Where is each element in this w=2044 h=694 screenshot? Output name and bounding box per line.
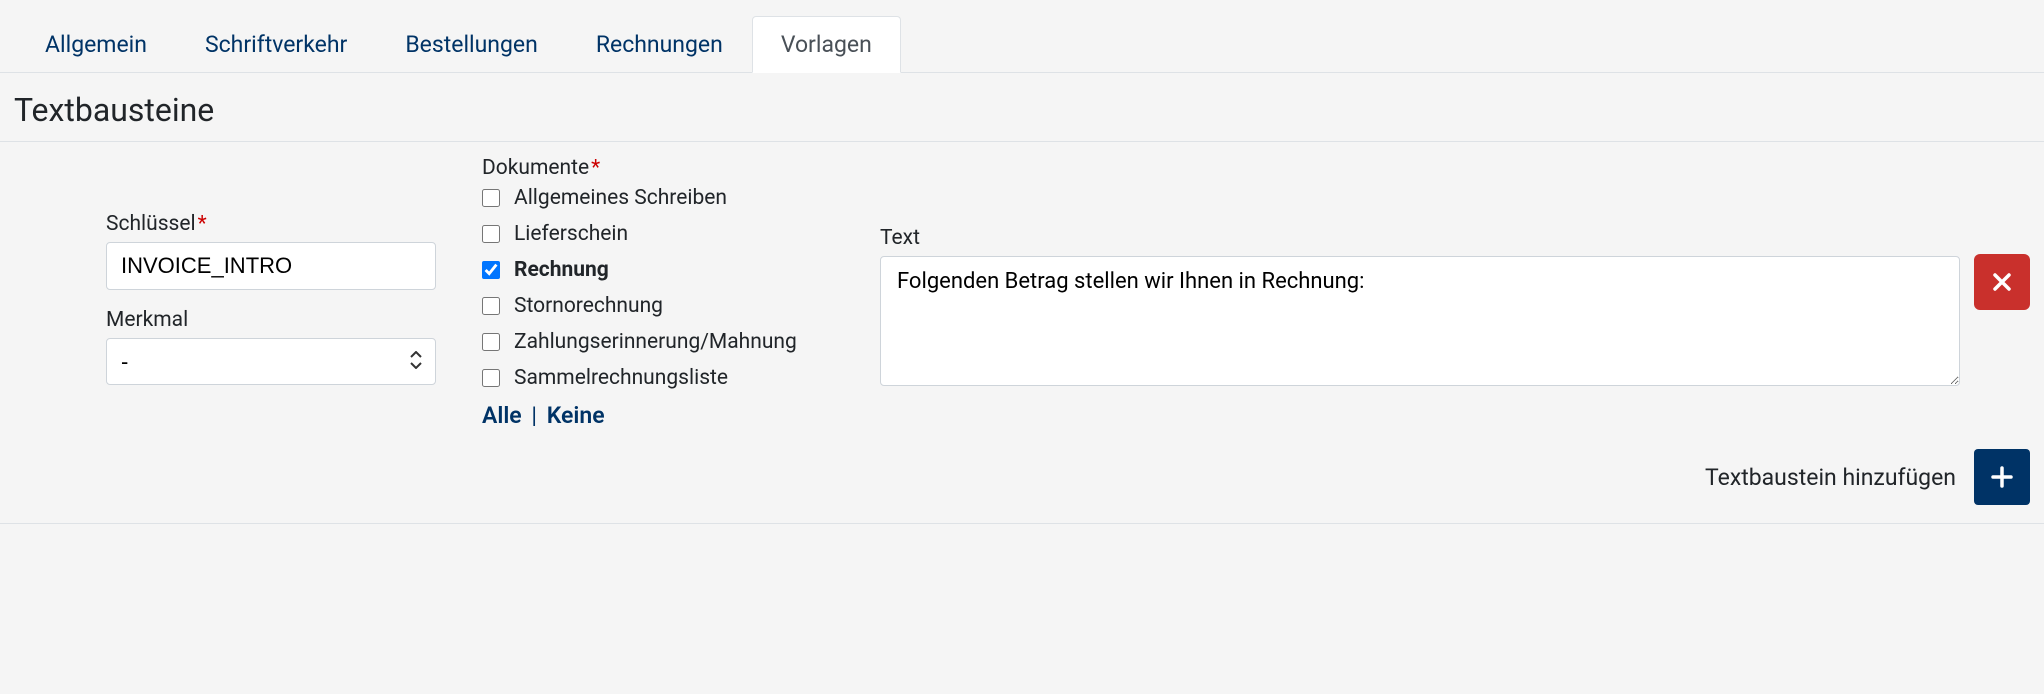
- doc-checkbox-zahlungserinnerung[interactable]: [482, 333, 500, 351]
- delete-button[interactable]: [1974, 254, 2030, 310]
- close-icon: [1992, 272, 2012, 292]
- doc-check-rechnung: Rechnung: [482, 258, 852, 282]
- doc-checkbox-stornorechnung[interactable]: [482, 297, 500, 315]
- doc-label: Zahlungserinnerung/Mahnung: [514, 330, 797, 354]
- column-documents: Dokumente* Allgemeines Schreiben Liefers…: [482, 156, 852, 429]
- select-all-none: Alle | Keine: [482, 402, 852, 429]
- required-star-icon: *: [198, 212, 207, 236]
- doc-label: Rechnung: [514, 258, 609, 282]
- doc-label: Allgemeines Schreiben: [514, 186, 727, 210]
- doc-label: Stornorechnung: [514, 294, 663, 318]
- documents-label: Dokumente*: [482, 156, 852, 180]
- key-label: Schlüssel*: [106, 212, 454, 236]
- text-textarea[interactable]: [880, 256, 1960, 386]
- doc-checkbox-lieferschein[interactable]: [482, 225, 500, 243]
- separator: |: [531, 402, 537, 429]
- tab-vorlagen[interactable]: Vorlagen: [752, 16, 901, 73]
- attribute-label: Merkmal: [106, 308, 454, 332]
- key-input[interactable]: [106, 242, 436, 290]
- add-textblock-button[interactable]: [1974, 449, 2030, 505]
- tab-schriftverkehr[interactable]: Schriftverkehr: [176, 16, 376, 73]
- doc-label: Sammelrechnungsliste: [514, 366, 728, 390]
- tab-allgemein[interactable]: Allgemein: [16, 16, 176, 73]
- doc-label: Lieferschein: [514, 222, 628, 246]
- doc-check-allgemeines-schreiben: Allgemeines Schreiben: [482, 186, 852, 210]
- required-star-icon: *: [591, 156, 600, 180]
- doc-check-lieferschein: Lieferschein: [482, 222, 852, 246]
- section-title: Textbausteine: [0, 73, 2044, 142]
- doc-check-sammelrechnungsliste: Sammelrechnungsliste: [482, 366, 852, 390]
- add-textblock-label: Textbaustein hinzufügen: [1705, 464, 1956, 491]
- tab-rechnungen[interactable]: Rechnungen: [567, 16, 752, 73]
- documents-label-text: Dokumente: [482, 156, 589, 180]
- footer-row: Textbaustein hinzufügen: [0, 429, 2044, 524]
- doc-checkbox-allgemeines-schreiben[interactable]: [482, 189, 500, 207]
- plus-icon: [1990, 465, 2014, 489]
- attribute-select[interactable]: -: [106, 338, 436, 385]
- doc-check-stornorechnung: Stornorechnung: [482, 294, 852, 318]
- doc-checkbox-rechnung[interactable]: [482, 261, 500, 279]
- text-label: Text: [880, 226, 1960, 250]
- tab-bestellungen[interactable]: Bestellungen: [376, 16, 567, 73]
- doc-checkbox-sammelrechnungsliste[interactable]: [482, 369, 500, 387]
- select-all-link[interactable]: Alle: [482, 402, 522, 429]
- select-none-link[interactable]: Keine: [547, 402, 605, 429]
- column-key-attribute: Schlüssel* Merkmal -: [14, 156, 454, 429]
- form-area: Schlüssel* Merkmal - Dokumente* Allgemei…: [0, 142, 2044, 429]
- tab-bar: Allgemein Schriftverkehr Bestellungen Re…: [0, 0, 2044, 73]
- key-label-text: Schlüssel: [106, 212, 196, 236]
- column-text: Text: [880, 156, 2030, 429]
- doc-check-zahlungserinnerung: Zahlungserinnerung/Mahnung: [482, 330, 852, 354]
